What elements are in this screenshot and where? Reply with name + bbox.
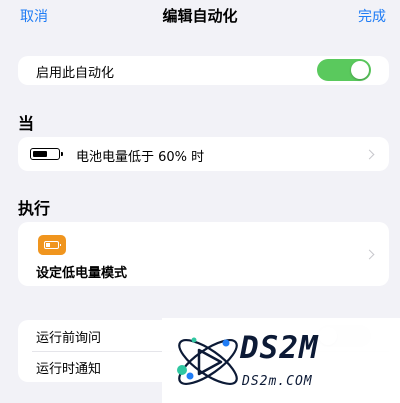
battery-tip	[61, 152, 63, 156]
trigger-label: 电池电量低于 60% 时	[76, 150, 205, 165]
enable-automation-row: 启用此自动化	[18, 56, 389, 85]
action-card[interactable]: 设定低电量模式	[18, 222, 389, 286]
done-button[interactable]: 完成	[358, 6, 386, 26]
page-title: 编辑自动化	[162, 7, 238, 25]
chevron-right-icon	[364, 149, 375, 160]
low-battery-glyph	[44, 241, 61, 249]
enable-automation-label: 启用此自动化	[36, 66, 115, 81]
notify-when-run-label: 运行时通知	[36, 362, 102, 377]
toggle-knob	[351, 61, 369, 79]
action-label: 设定低电量模式	[36, 266, 128, 281]
watermark-brand: DS2M	[240, 330, 319, 366]
navigation-bar: 取消 编辑自动化 完成	[0, 0, 400, 30]
do-section-title: 执行	[18, 199, 51, 218]
watermark-domain: DS2m.COM	[242, 374, 313, 389]
when-section-title: 当	[18, 114, 35, 133]
battery-level-fill	[32, 150, 47, 157]
battery-icon	[30, 148, 63, 160]
trigger-row[interactable]: 电池电量低于 60% 时	[18, 137, 389, 171]
atom-logo-icon	[177, 337, 238, 385]
ask-before-running-label: 运行前询问	[36, 331, 102, 346]
low-power-mode-icon	[38, 235, 66, 255]
enable-automation-toggle[interactable]	[317, 59, 371, 81]
chevron-right-icon	[364, 249, 375, 260]
